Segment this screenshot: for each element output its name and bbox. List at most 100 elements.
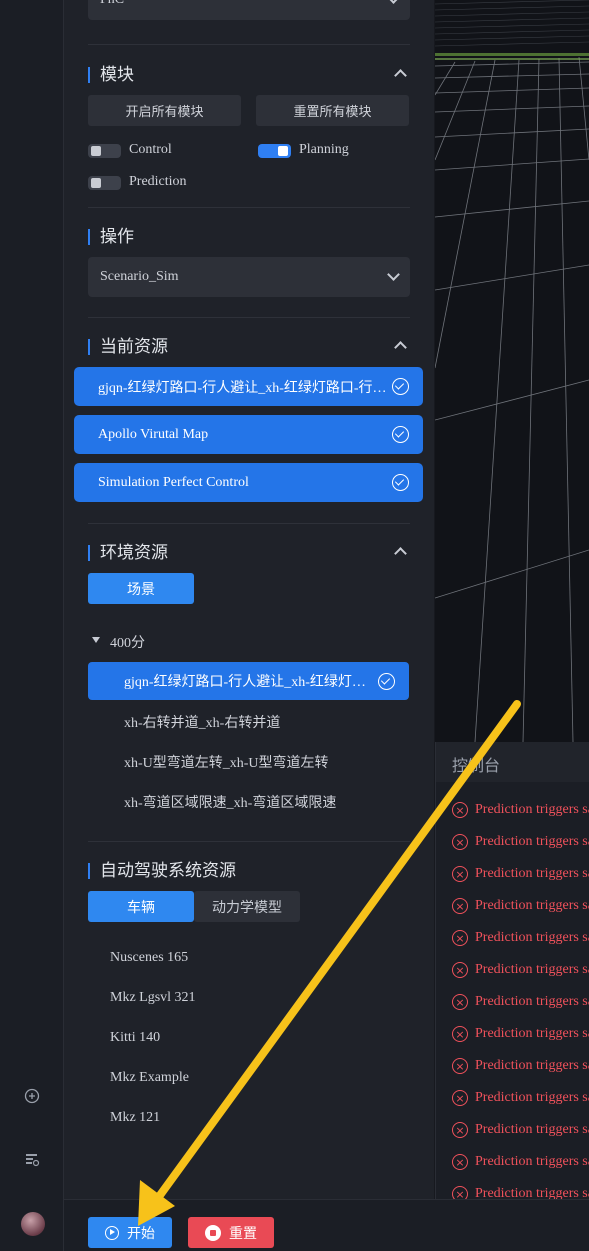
console-log-row: × Prediction triggers sa [452,1186,589,1199]
resource-list-icon[interactable] [22,1150,42,1170]
control-toggle-label: Control [129,142,172,157]
error-circle-icon: × [452,1090,468,1106]
scenario-item[interactable]: xh-U型弯道左转_xh-U型弯道左转 [124,752,329,772]
console-log-text: Prediction triggers sa [475,866,589,881]
console-log-text: Prediction triggers sa [475,802,589,817]
divider [88,523,410,524]
console-log-row: × Prediction triggers sa [452,834,589,850]
operation-select[interactable]: Scenario_Sim [88,257,410,297]
console-log-row: × Prediction triggers sa [452,898,589,914]
left-nav-bar [0,0,64,1251]
error-circle-icon: × [452,898,468,914]
console-log-row: × Prediction triggers sa [452,1154,589,1170]
check-circle-icon [392,378,409,395]
error-circle-icon: × [452,1026,468,1042]
console-log-row: × Prediction triggers sa [452,1026,589,1042]
console-title: 控制台 [436,742,589,782]
error-circle-icon: × [452,802,468,818]
top-mode-value: PnC [100,0,124,8]
error-circle-icon: × [452,1058,468,1074]
planning-toggle[interactable] [258,144,291,158]
scenario-group-label[interactable]: 400分 [110,632,145,652]
console-log-row: × Prediction triggers sa [452,802,589,818]
divider [88,207,410,208]
reset-all-modules-button[interactable]: 重置所有模块 [256,95,409,126]
bottom-action-bar: 开始 重置 [64,1199,589,1251]
prediction-toggle[interactable] [88,176,121,190]
console-log-text: Prediction triggers sa [475,898,589,913]
3d-scene-view[interactable] [435,0,589,742]
error-circle-icon: × [452,1122,468,1138]
current-resource-label: Simulation Perfect Control [98,474,249,490]
console-log-text: Prediction triggers sa [475,1090,589,1105]
console-log-text: Prediction triggers sa [475,1122,589,1137]
console-log-row: × Prediction triggers sa [452,1058,589,1074]
current-resource-label: gjqn-红绿灯路口-行人避让_xh-红绿灯路口-行人避让 [98,380,388,396]
error-circle-icon: × [452,834,468,850]
check-circle-icon [392,426,409,443]
console-log-text: Prediction triggers sa [475,930,589,945]
console-log-text: Prediction triggers sa [475,962,589,977]
top-mode-select[interactable]: PnC [88,0,410,20]
vehicle-item[interactable]: Nuscenes 165 [110,950,188,966]
add-circle-icon[interactable] [22,1086,42,1106]
error-circle-icon: × [452,962,468,978]
console-log-text: Prediction triggers sa [475,1026,589,1041]
prediction-toggle-label: Prediction [129,174,187,189]
console-log-text: Prediction triggers sa [475,834,589,849]
vehicle-item[interactable]: Mkz 121 [110,1110,160,1126]
console-log-text: Prediction triggers sa [475,1186,589,1199]
current-resource-scenario[interactable]: gjqn-红绿灯路口-行人避让_xh-红绿灯路口-行人避让 [74,367,423,406]
console-log-text: Prediction triggers sa [475,1058,589,1073]
scenario-item[interactable]: xh-右转并道_xh-右转并道 [124,712,280,732]
env-resources-title: 环境资源 [88,545,168,562]
collapse-env-resources-icon[interactable] [394,547,407,560]
current-resource-map[interactable]: Apollo Virutal Map [74,415,423,454]
reset-button-label: 重置 [229,1225,257,1242]
play-icon [105,1225,119,1240]
tab-scenario[interactable]: 场景 [88,573,194,604]
control-toggle[interactable] [88,144,121,158]
console-log-row: × Prediction triggers sa [452,1090,589,1106]
modules-section-title: 模块 [88,67,134,84]
error-circle-icon: × [452,994,468,1010]
vehicle-item[interactable]: Kitti 140 [110,1030,160,1046]
enable-all-modules-button[interactable]: 开启所有模块 [88,95,241,126]
divider [88,841,410,842]
current-resource-control[interactable]: Simulation Perfect Control [74,463,423,502]
settings-panel: PnC 模块 开启所有模块 重置所有模块 Control Planning Pr… [64,0,434,1199]
divider [88,44,410,45]
scenario-item-label: gjqn-红绿灯路口-行人避让_xh-红绿灯路口-行人避让 [124,675,369,690]
stop-icon [205,1224,221,1241]
console-panel: 控制台 × Prediction triggers sa × Prediction t… [435,742,589,1199]
start-button[interactable]: 开始 [88,1217,172,1248]
collapse-modules-icon[interactable] [394,69,407,82]
ads-resources-title: 自动驾驶系统资源 [88,863,236,880]
chevron-down-icon [387,0,400,4]
current-resource-label: Apollo Virutal Map [98,426,209,442]
caret-down-icon[interactable] [92,637,100,643]
vehicle-item[interactable]: Mkz Example [110,1070,189,1086]
scenario-item[interactable]: xh-弯道区域限速_xh-弯道区域限速 [124,792,336,812]
user-avatar[interactable] [21,1212,45,1236]
console-log-row: × Prediction triggers sa [452,1122,589,1138]
vehicle-item[interactable]: Mkz Lgsvl 321 [110,990,196,1006]
planning-toggle-label: Planning [299,142,349,157]
console-log-row: × Prediction triggers sa [452,930,589,946]
console-log-text: Prediction triggers sa [475,994,589,1009]
console-log-row: × Prediction triggers sa [452,866,589,882]
console-log-row: × Prediction triggers sa [452,994,589,1010]
check-circle-icon [378,672,395,690]
console-log-row: × Prediction triggers sa [452,962,589,978]
operation-select-value: Scenario_Sim [100,269,179,284]
error-circle-icon: × [452,866,468,882]
error-circle-icon: × [452,1154,468,1170]
error-circle-icon: × [452,1186,468,1199]
scenario-item-selected[interactable]: gjqn-红绿灯路口-行人避让_xh-红绿灯路口-行人避让 [88,662,409,700]
collapse-current-resources-icon[interactable] [394,341,407,354]
console-log-text: Prediction triggers sa [475,1154,589,1169]
tab-dynamics-model[interactable]: 动力学模型 [194,891,300,922]
tab-vehicle[interactable]: 车辆 [88,891,194,922]
reset-button[interactable]: 重置 [188,1217,274,1248]
error-circle-icon: × [452,930,468,946]
